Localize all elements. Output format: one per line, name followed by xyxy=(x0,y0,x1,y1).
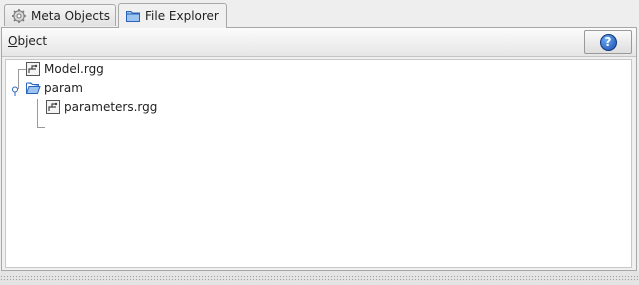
title-rest: bject xyxy=(17,34,48,48)
tree-item-label: Model.rgg xyxy=(44,62,104,76)
tree-item-model-rgg[interactable]: Model.rgg xyxy=(25,60,104,78)
help-icon: ? xyxy=(599,33,617,51)
panel-title: Object xyxy=(8,34,47,48)
tree-item-label: parameters.rgg xyxy=(64,100,158,114)
file-explorer-panel: Object ? Model.rgg param parameters.rgg xyxy=(1,27,637,271)
gear-icon xyxy=(11,8,27,24)
expand-toggle[interactable] xyxy=(10,85,20,96)
tab-file-explorer[interactable]: File Explorer xyxy=(118,3,227,28)
tab-bar: Meta Objects File Explorer xyxy=(0,0,639,28)
tab-label: File Explorer xyxy=(145,9,219,23)
tree-connector xyxy=(37,99,38,127)
tree-item-label: param xyxy=(44,81,83,95)
file-tree[interactable]: Model.rgg param parameters.rgg xyxy=(5,59,632,268)
rgg-file-icon xyxy=(25,61,41,77)
tab-meta-objects[interactable]: Meta Objects xyxy=(4,4,116,26)
tree-item-param[interactable]: param xyxy=(25,79,83,97)
resize-grip[interactable] xyxy=(0,275,639,281)
help-button[interactable]: ? xyxy=(584,30,632,54)
tree-item-parameters-rgg[interactable]: parameters.rgg xyxy=(45,98,157,116)
folder-icon xyxy=(125,8,141,24)
rgg-file-icon xyxy=(45,99,61,115)
tab-label: Meta Objects xyxy=(31,8,110,23)
folder-open-icon xyxy=(25,80,41,96)
tree-connector xyxy=(37,127,45,128)
panel-header: Object ? xyxy=(2,28,636,57)
resize-bar[interactable] xyxy=(0,271,639,285)
